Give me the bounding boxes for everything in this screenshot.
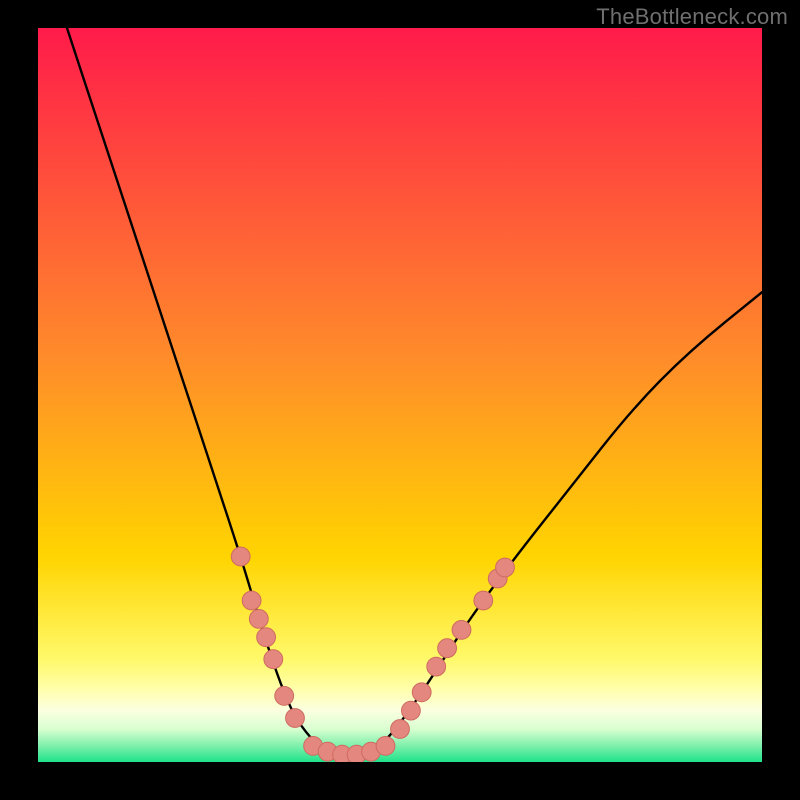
left-dot: [242, 591, 261, 610]
left-dot: [286, 709, 305, 728]
gradient-background: [38, 28, 762, 762]
left-dot: [257, 628, 276, 647]
right-dot: [438, 639, 457, 658]
right-dot: [412, 683, 431, 702]
right-dot: [474, 591, 493, 610]
left-dot: [264, 650, 283, 669]
plot-area: [38, 28, 762, 762]
trough-dot: [376, 737, 395, 756]
right-dot: [402, 701, 421, 720]
chart-frame: TheBottleneck.com: [0, 0, 800, 800]
left-dot: [231, 547, 250, 566]
bottleneck-chart: [38, 28, 762, 762]
right-dot: [427, 657, 446, 676]
watermark-text: TheBottleneck.com: [596, 4, 788, 30]
right-dot: [391, 720, 410, 739]
right-dot: [452, 621, 471, 640]
left-dot: [249, 610, 268, 629]
left-dot: [275, 687, 294, 706]
right-dot: [496, 558, 515, 577]
